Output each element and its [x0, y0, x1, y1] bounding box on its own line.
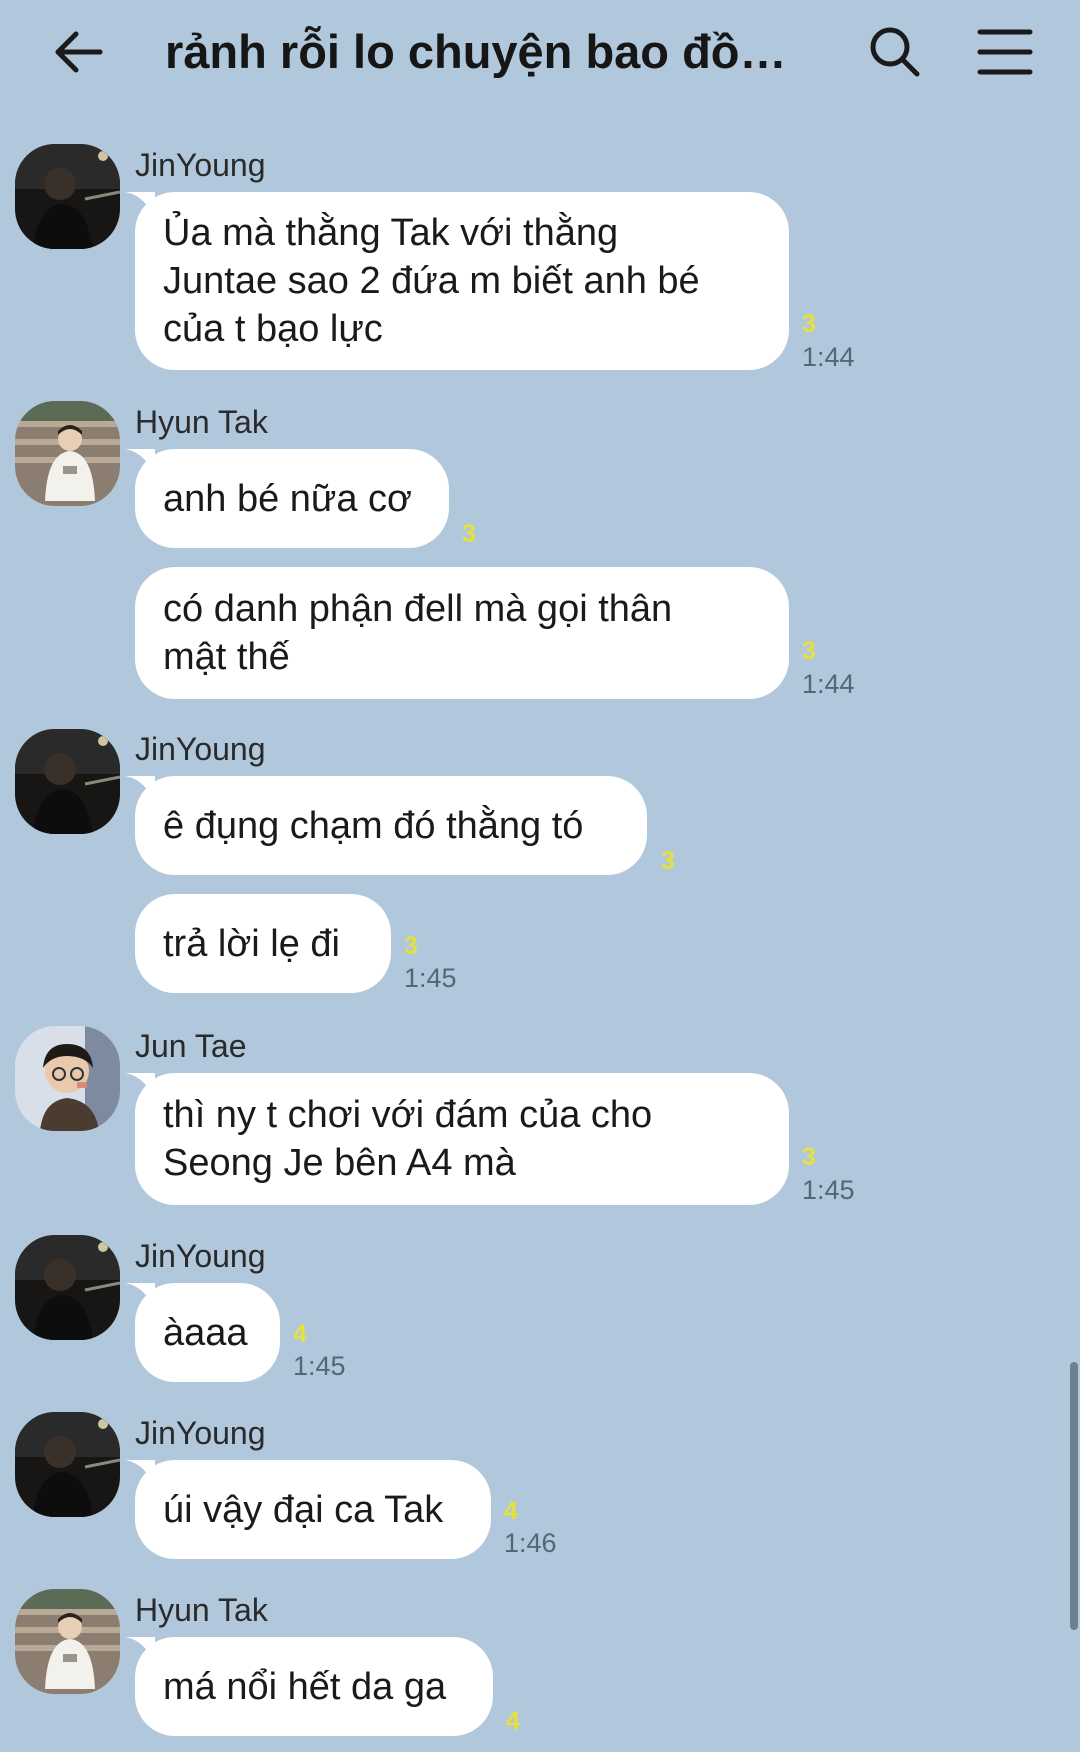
sender-name: JinYoung: [135, 1238, 266, 1274]
menu-button[interactable]: [975, 22, 1035, 82]
unread-count: 3: [802, 637, 816, 665]
avatar-hyun-tak[interactable]: [15, 401, 120, 506]
hamburger-menu-icon: [977, 29, 1033, 75]
avatar-jinyoung[interactable]: [15, 1235, 120, 1340]
message-bubble[interactable]: àaaa: [135, 1283, 280, 1382]
chat-header: rảnh rỗi lo chuyện bao đồn...: [0, 0, 1080, 110]
message-time: 1:45: [293, 1351, 346, 1381]
unread-count: 3: [462, 520, 476, 548]
sender-name: Hyun Tak: [135, 1592, 268, 1628]
sender-name: JinYoung: [135, 731, 266, 767]
sender-name: JinYoung: [135, 1415, 266, 1451]
message-bubble[interactable]: có danh phận đell mà gọi thân mật thế: [135, 567, 789, 699]
message-bubble[interactable]: úi vậy đại ca Tak: [135, 1460, 491, 1559]
message-bubble[interactable]: Ủa mà thằng Tak với thằng Juntae sao 2 đ…: [135, 192, 789, 370]
avatar-jinyoung[interactable]: [15, 1412, 120, 1517]
sender-name: JinYoung: [135, 147, 266, 183]
message-time: 1:44: [802, 669, 855, 699]
message-time: 1:45: [802, 1175, 855, 1205]
avatar-hyun-tak[interactable]: [15, 1589, 120, 1694]
message-time: 1:45: [404, 963, 457, 993]
unread-count: 3: [661, 847, 675, 875]
avatar-jinyoung[interactable]: [15, 144, 120, 249]
scrollbar[interactable]: [1070, 1362, 1078, 1630]
message-bubble[interactable]: anh bé nữa cơ: [135, 449, 449, 548]
message-bubble[interactable]: má nổi hết da ga: [135, 1637, 493, 1736]
search-icon: [870, 27, 920, 77]
unread-count: 4: [293, 1320, 307, 1348]
avatar-jun-tae[interactable]: [15, 1026, 120, 1131]
chat-title: rảnh rỗi lo chuyện bao đồn...: [165, 25, 805, 78]
unread-count: 4: [504, 1497, 518, 1525]
message-bubble[interactable]: trả lời lẹ đi: [135, 894, 391, 993]
back-button[interactable]: [50, 22, 110, 82]
message-bubble[interactable]: thì ny t chơi với đám của cho Seong Je b…: [135, 1073, 789, 1205]
unread-count: 3: [404, 932, 418, 960]
search-button[interactable]: [865, 22, 925, 82]
message-time: 1:46: [504, 1528, 557, 1558]
unread-count: 4: [506, 1707, 520, 1735]
avatar-jinyoung[interactable]: [15, 729, 120, 834]
message-bubble[interactable]: ê đụng chạm đó thằng tó: [135, 776, 647, 875]
arrow-left-icon: [55, 31, 103, 73]
sender-name: Hyun Tak: [135, 404, 268, 440]
unread-count: 3: [802, 310, 816, 338]
unread-count: 3: [802, 1143, 816, 1171]
message-time: 1:44: [802, 342, 855, 372]
sender-name: Jun Tae: [135, 1028, 247, 1064]
